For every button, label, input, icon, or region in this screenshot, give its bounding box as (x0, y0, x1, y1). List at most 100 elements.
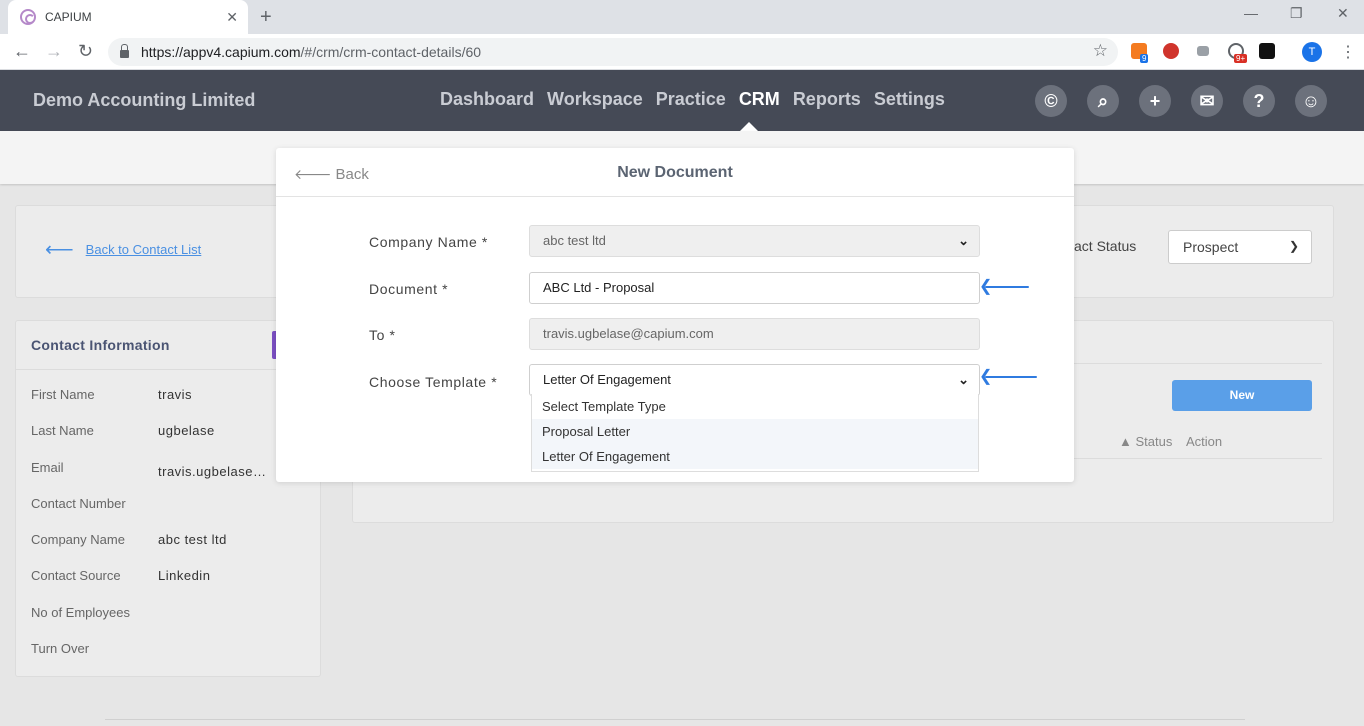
profile-avatar[interactable]: T (1302, 42, 1322, 62)
divider (105, 719, 1245, 720)
browser-tab[interactable]: CAPIUM ✕ (8, 0, 248, 34)
extension-badge: 9 (1140, 54, 1149, 63)
company-name-select[interactable]: abc test ltd ⌄ (529, 225, 980, 257)
info-label: Contact Source (31, 568, 121, 583)
user-icon[interactable]: ☺ (1295, 85, 1327, 117)
info-label: Contact Number (31, 496, 126, 511)
sign-extension-icon[interactable] (1259, 43, 1275, 59)
info-value (158, 496, 270, 511)
info-row: Contact Source Linkedin (31, 568, 311, 583)
main-nav: Dashboard Workspace Practice CRM Reports… (440, 89, 945, 110)
company-name-label: Company Name * (369, 234, 488, 250)
nav-practice[interactable]: Practice (656, 89, 726, 110)
contact-status-label: act Status (1074, 238, 1137, 254)
url-host: https://appv4.capium.com (141, 44, 301, 60)
help-icon[interactable]: ? (1243, 85, 1275, 117)
window-close-icon[interactable]: ✕ (1337, 5, 1349, 22)
contact-status-select[interactable]: Prospect ❯ (1168, 230, 1312, 264)
modal-title: New Document (617, 164, 733, 181)
info-label: First Name (31, 387, 95, 402)
left-arrow-icon: ⟵ (45, 239, 74, 261)
column-status-header[interactable]: ▲ Status (1119, 434, 1172, 449)
info-value: travis.ugbelase@capium.com (158, 464, 270, 479)
info-label: Last Name (31, 423, 94, 438)
back-to-contact-list-link[interactable]: ⟵ Back to Contact List (45, 237, 201, 262)
lock-icon (120, 44, 129, 58)
info-row: Company Name abc test ltd (31, 532, 311, 547)
forward-arrow-icon[interactable]: → (45, 41, 63, 62)
nav-crm[interactable]: CRM (739, 89, 780, 110)
reload-icon[interactable]: ↻ (78, 41, 93, 62)
capium-favicon-icon (20, 9, 36, 25)
adblock-extension-icon[interactable] (1163, 43, 1179, 59)
template-selected-value: Letter Of Engagement (543, 372, 671, 387)
new-document-button[interactable]: New (1172, 380, 1312, 411)
info-row: Email travis.ugbelase@capium.com (31, 460, 311, 479)
contact-status-value: Prospect (1183, 239, 1239, 255)
template-dropdown-list: Select Template Type Proposal Letter Let… (531, 394, 979, 472)
back-link-text: Back to Contact List (85, 242, 202, 257)
url-path: /#/crm/crm-contact-details/60 (300, 44, 482, 60)
nav-dashboard[interactable]: Dashboard (440, 89, 534, 110)
choose-template-select[interactable]: Letter Of Engagement ⌄ (529, 364, 980, 396)
document-name-input[interactable]: ABC Ltd - Proposal (529, 272, 980, 304)
search-icon[interactable]: ⌕ (1087, 85, 1119, 117)
screen-extension-icon[interactable] (1197, 46, 1209, 56)
info-value: travis (158, 387, 193, 402)
document-label: Document * (369, 281, 449, 297)
company-name: Demo Accounting Limited (33, 90, 256, 110)
nav-workspace[interactable]: Workspace (547, 89, 643, 110)
info-value: Linkedin (158, 568, 211, 583)
nav-reports[interactable]: Reports (793, 89, 861, 110)
browser-tabstrip: CAPIUM ✕ + — ❐ ✕ (0, 0, 1364, 34)
bookmark-star-icon[interactable]: ☆ (1093, 41, 1108, 61)
browser-menu-icon[interactable]: ⋮ (1340, 42, 1356, 62)
column-action-header: Action (1186, 434, 1223, 449)
info-row: Contact Number (31, 496, 311, 511)
chevron-down-icon: ⌄ (958, 233, 969, 248)
extension-badge: 9+ (1234, 54, 1248, 63)
company-name-value: abc test ltd (543, 233, 606, 248)
address-bar[interactable]: https://appv4.capium.com/#/crm/crm-conta… (108, 38, 1118, 66)
minimize-icon[interactable]: — (1244, 5, 1258, 21)
close-tab-icon[interactable]: ✕ (226, 9, 238, 26)
template-option[interactable]: Letter Of Engagement (532, 444, 978, 469)
info-value: ugbelase (158, 423, 215, 438)
active-nav-caret (740, 122, 758, 131)
info-label: No of Employees (31, 605, 130, 620)
info-label: Email (31, 460, 64, 475)
info-row: No of Employees (31, 605, 311, 620)
add-icon[interactable]: + (1139, 85, 1171, 117)
template-option[interactable]: Proposal Letter (532, 419, 978, 444)
document-name-value: ABC Ltd - Proposal (543, 280, 655, 295)
to-label: To * (369, 327, 396, 343)
mail-icon[interactable]: ✉ (1191, 85, 1223, 117)
annotation-arrow-icon: ❮ (979, 279, 1029, 295)
template-option[interactable]: Select Template Type (532, 394, 978, 419)
info-row: First Name travis (31, 387, 311, 402)
restore-icon[interactable]: ❐ (1290, 5, 1303, 22)
tab-title: CAPIUM (45, 10, 92, 24)
to-email-field[interactable]: travis.ugbelase@capium.com (529, 318, 980, 350)
info-row: Turn Over (31, 641, 311, 656)
chevron-down-icon: ❯ (1288, 239, 1299, 253)
to-email-value: travis.ugbelase@capium.com (543, 326, 714, 341)
info-value: abc test ltd (158, 532, 227, 547)
new-document-modal: 🡐 Back New Document Company Name * abc t… (276, 148, 1074, 482)
capium-logo-icon[interactable]: © (1035, 85, 1067, 117)
info-value (158, 641, 270, 656)
new-tab-icon[interactable]: + (260, 6, 272, 29)
choose-template-label: Choose Template * (369, 374, 498, 390)
info-row: Last Name ugbelase (31, 423, 311, 438)
divider (1074, 363, 1322, 364)
browser-toolbar: ← → ↻ https://appv4.capium.com/#/crm/crm… (0, 34, 1364, 70)
annotation-arrow-icon: ❮ (979, 369, 1037, 385)
modal-header: 🡐 Back New Document (276, 148, 1074, 197)
info-value (158, 605, 270, 620)
info-label: Turn Over (31, 641, 90, 656)
nav-settings[interactable]: Settings (874, 89, 945, 110)
contact-info-title: Contact Information (31, 337, 170, 353)
info-label: Company Name (31, 532, 125, 547)
chevron-down-icon: ⌄ (958, 372, 969, 387)
back-arrow-icon[interactable]: ← (13, 41, 31, 62)
